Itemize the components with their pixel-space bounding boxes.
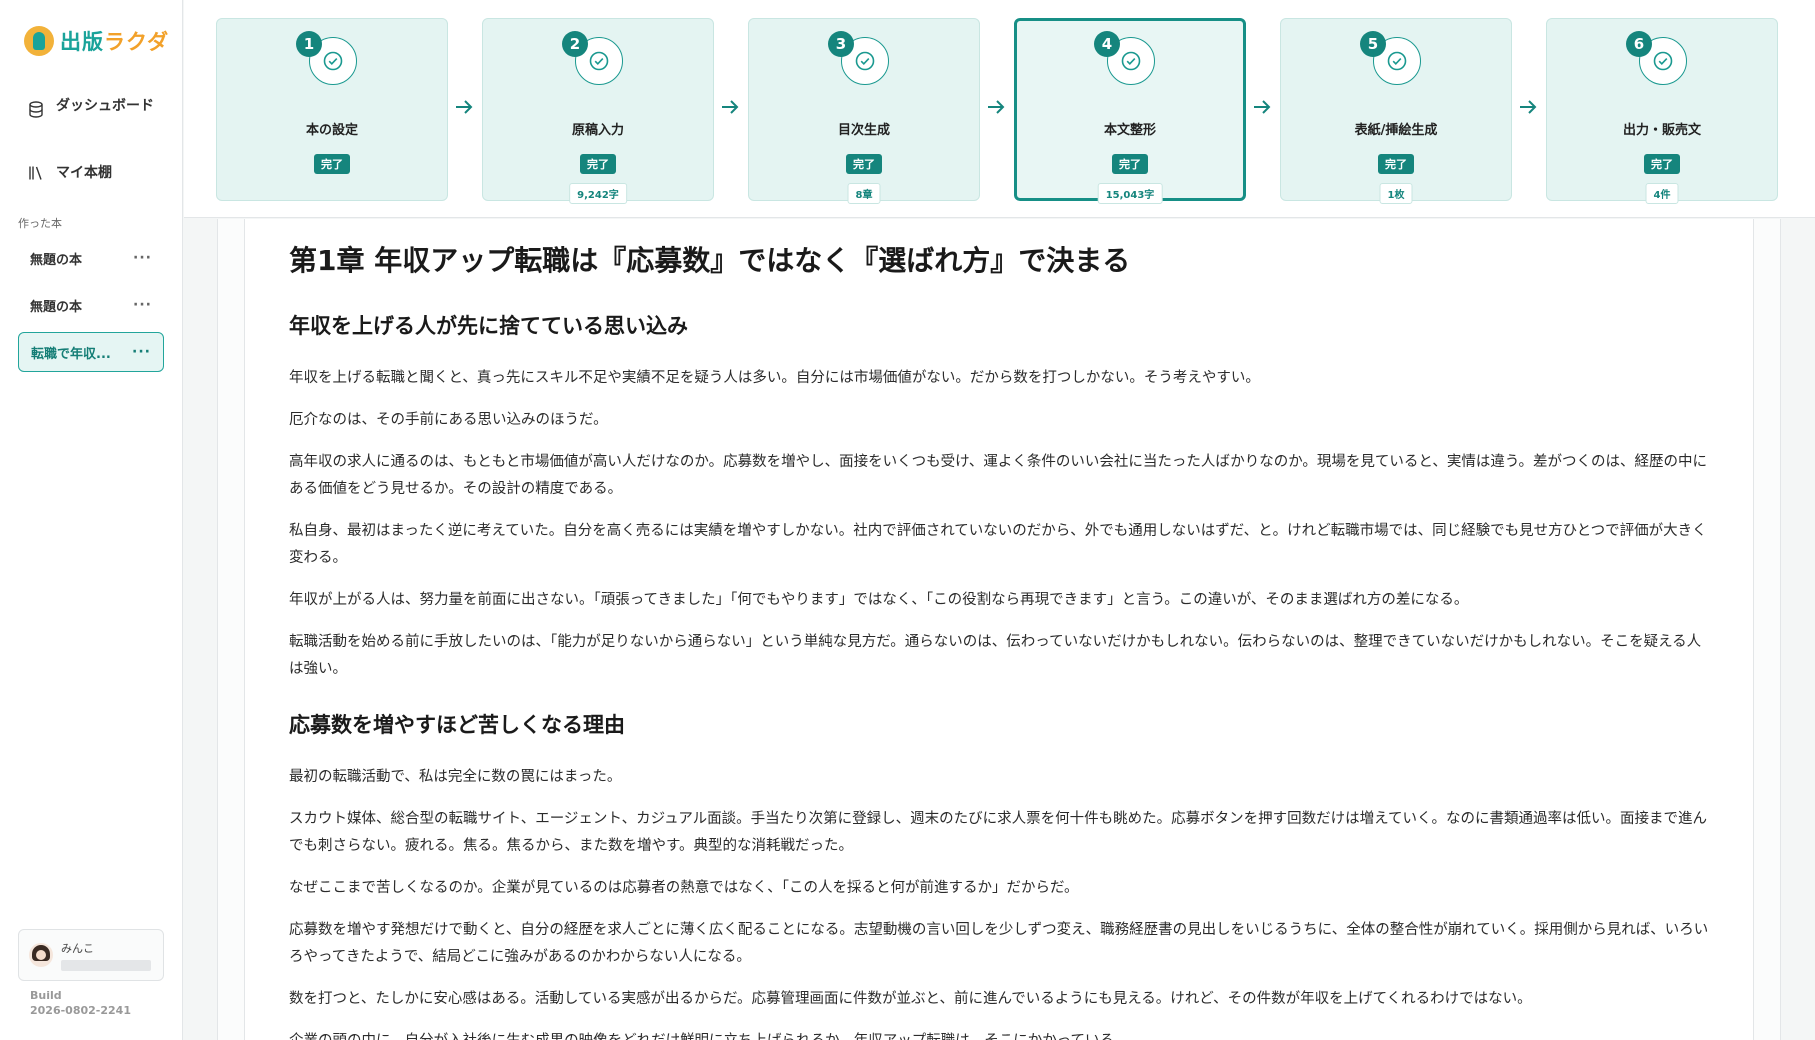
paragraph: 転職活動を始める前に手放したいのは、「能力が足りないから通らない」という単純な見…: [289, 634, 1702, 677]
sidebar: 出版ラクダ ダッシュボード マイ本棚 作った本 無題の本 ··· 無題の本 ··…: [0, 0, 183, 1040]
step-count: 8章: [847, 183, 881, 204]
step-count: 1枚: [1379, 183, 1413, 204]
step-number: 6: [1626, 31, 1652, 57]
status-badge: 完了: [314, 154, 350, 174]
step-body-formatting[interactable]: 4 本文整形 完了 15,043字: [1014, 18, 1246, 204]
step-count: 15,043字: [1097, 183, 1163, 204]
camel-logo-icon: [24, 26, 54, 56]
more-options-icon[interactable]: ···: [133, 297, 152, 313]
section-heading: 応募数を増やすほど苦しくなる理由: [289, 713, 625, 737]
step-output-sales-copy[interactable]: 6 出力・販売文 完了 4件: [1546, 18, 1778, 204]
document-preview[interactable]: 第1章 年収アップ転職は『応募数』ではなく『選ばれ方』で決まる 年収を上げる人が…: [244, 219, 1754, 1040]
bookshelf-icon: [29, 166, 42, 180]
step-title: 表紙/挿絵生成: [1354, 123, 1438, 138]
nav-dashboard[interactable]: ダッシュボード: [28, 98, 158, 118]
user-name: みんこ: [61, 941, 94, 955]
nav-shelf-label: マイ本棚: [56, 165, 112, 181]
more-options-icon[interactable]: ···: [132, 344, 151, 360]
paragraph: 企業の頭の中に、自分が入社後に生む成果の映像をどれだけ鮮明に立ち上げられるか。年…: [289, 1028, 1710, 1040]
status-badge: 完了: [1378, 154, 1414, 174]
paragraph: 数を打つと、たしかに安心感はある。活動している実感が出るからだ。応募管理画面に件…: [289, 991, 1532, 1007]
step-title: 目次生成: [837, 123, 890, 138]
step-title: 出力・販売文: [1622, 123, 1701, 138]
step-count: 9,242字: [569, 183, 627, 204]
step-number: 3: [828, 31, 854, 57]
workflow-steps: 1 本の設定 完了 2 原稿入力 完了 9,242字 3 目次生成 完了 8章 …: [184, 0, 1815, 218]
app-logo[interactable]: 出版ラクダ: [24, 26, 169, 56]
nav-dashboard-label: ダッシュボード: [56, 98, 154, 114]
user-card[interactable]: みんこ: [18, 929, 164, 981]
build-value: 2026-0802-2241: [30, 1004, 131, 1017]
step-manuscript-input[interactable]: 2 原稿入力 完了 9,242字: [482, 18, 714, 204]
paragraph: 高年収の求人に通るのは、もともと市場価値が高い人だけなのか。応募数を増やし、面接…: [289, 454, 1707, 497]
paragraph: 年収を上げる転職と聞くと、真っ先にスキル不足や実績不足を疑う人は多い。自分には市…: [289, 370, 1260, 386]
paragraph: 年収が上がる人は、努力量を前面に出さない。「頑張ってきました」「何でもやります」…: [289, 592, 1469, 608]
step-title: 本文整形: [1103, 123, 1156, 138]
book-item-label: 転職で年収...: [31, 346, 111, 362]
build-info: Build 2026-0802-2241: [30, 988, 131, 1018]
nav-my-bookshelf[interactable]: マイ本棚: [28, 162, 112, 182]
status-badge: 完了: [1112, 154, 1148, 174]
step-number: 5: [1360, 31, 1386, 57]
status-badge: 完了: [1644, 154, 1680, 174]
avatar: [29, 943, 53, 967]
paragraph: なぜここまで苦しくなるのか。企業が見ているのは応募者の熱意ではなく、「この人を採…: [289, 880, 1079, 896]
step-toc-generation[interactable]: 3 目次生成 完了 8章: [748, 18, 980, 204]
database-icon: [29, 101, 43, 118]
book-item[interactable]: 無題の本 ···: [18, 285, 164, 325]
step-number: 4: [1094, 31, 1120, 57]
book-item-label: 無題の本: [30, 299, 83, 315]
paragraph: 応募数を増やす発想だけで動くと、自分の経歴を求人ごとに薄く広く配ることになる。志…: [289, 922, 1709, 965]
step-number: 2: [562, 31, 588, 57]
book-item-label: 無題の本: [30, 252, 83, 268]
paragraph: 最初の転職活動で、私は完全に数の罠にはまった。: [289, 769, 622, 785]
step-count: 4件: [1645, 183, 1679, 204]
status-badge: 完了: [846, 154, 882, 174]
logo-text: 出版ラクダ: [60, 30, 170, 54]
user-id-redacted: [61, 959, 151, 971]
step-title: 本の設定: [305, 123, 358, 138]
more-options-icon[interactable]: ···: [133, 250, 152, 266]
paragraph: 厄介なのは、その手前にある思い込みのほうだ。: [289, 412, 608, 428]
section-heading: 年収を上げる人が先に捨てている思い込み: [289, 314, 688, 338]
arrow-right-icon: [1520, 100, 1537, 114]
book-item-active[interactable]: 転職で年収... ···: [18, 332, 164, 372]
arrow-right-icon: [722, 100, 739, 114]
books-section-label: 作った本: [18, 217, 62, 230]
arrow-right-icon: [988, 100, 1005, 114]
paragraph: スカウト媒体、総合型の転職サイト、エージェント、カジュアル面談。手当たり次第に登…: [289, 811, 1707, 854]
step-cover-illustration[interactable]: 5 表紙/挿絵生成 完了 1枚: [1280, 18, 1512, 204]
step-number: 1: [296, 31, 322, 57]
paragraph: 私自身、最初はまったく逆に考えていた。自分を高く売るには実績を増やすしかない。社…: [289, 523, 1707, 566]
step-title: 原稿入力: [571, 123, 624, 138]
book-item[interactable]: 無題の本 ···: [18, 238, 164, 278]
arrow-right-icon: [1254, 100, 1271, 114]
arrow-right-icon: [456, 100, 473, 114]
status-badge: 完了: [580, 154, 616, 174]
build-label: Build: [30, 989, 62, 1002]
step-book-settings[interactable]: 1 本の設定 完了: [216, 18, 448, 201]
chapter-title: 第1章 年収アップ転職は『応募数』ではなく『選ばれ方』で決まる: [289, 244, 1131, 277]
